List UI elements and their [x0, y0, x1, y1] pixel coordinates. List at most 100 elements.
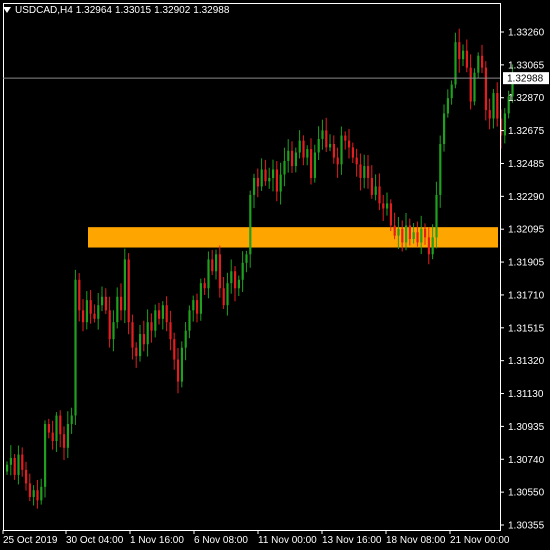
candle-body: [378, 186, 381, 204]
candle: [177, 348, 180, 394]
candle: [317, 126, 320, 160]
candle-body: [139, 334, 142, 357]
candle-body: [237, 279, 240, 289]
candle-body: [112, 322, 115, 340]
candle: [150, 313, 153, 343]
candle: [116, 287, 119, 329]
candle-body: [492, 93, 495, 119]
candle: [196, 293, 199, 323]
candle: [245, 250, 248, 273]
candle: [101, 286, 104, 312]
candle: [450, 80, 453, 105]
candle-body: [17, 454, 20, 475]
candle-body: [28, 483, 31, 497]
candle: [503, 108, 506, 144]
candle: [477, 52, 480, 79]
candle: [279, 162, 282, 205]
candle-body: [215, 254, 218, 272]
candle: [97, 293, 100, 330]
candle-body: [382, 203, 385, 209]
axis-layer: 1.33260 1.33065 1.32870 1.32675 1.32485 1.322…: [2, 3, 545, 546]
candle-body: [321, 130, 324, 139]
candle: [488, 98, 491, 130]
candle-body: [367, 166, 370, 178]
candle: [370, 165, 373, 199]
candle: [78, 273, 81, 322]
x-tick-label: 21 Nov 00:00: [450, 535, 510, 546]
candle-body: [74, 279, 77, 416]
candle: [260, 158, 263, 191]
candle-body: [268, 177, 271, 182]
candle-body: [40, 486, 43, 501]
candle-body: [351, 147, 354, 158]
candle: [325, 117, 328, 152]
candle-body: [241, 262, 244, 280]
candle: [462, 44, 465, 67]
candle-body: [374, 186, 377, 195]
candle: [127, 253, 130, 335]
symbol-info: USDCAD,H4 1.32964 1.33015 1.32902 1.3298…: [3, 3, 232, 17]
candle: [139, 324, 142, 362]
candle: [492, 89, 495, 129]
candle: [13, 453, 16, 480]
y-tick-label: 1.32290: [508, 192, 545, 203]
candle: [36, 479, 39, 509]
current-price-label: 1.32988: [507, 74, 544, 85]
close-price: 1.32988: [193, 4, 230, 16]
candle-body: [359, 164, 362, 178]
candle: [230, 259, 233, 294]
dropdown-arrow-icon[interactable]: [3, 7, 11, 13]
candle: [165, 296, 168, 332]
candle: [40, 478, 43, 505]
candle: [302, 135, 305, 166]
candle: [188, 305, 191, 339]
y-tick-label: 1.30935: [508, 422, 545, 433]
candle: [367, 155, 370, 189]
candle-body: [488, 110, 491, 119]
candle: [340, 126, 343, 175]
candle-body: [287, 150, 290, 161]
candle: [17, 445, 20, 485]
candle: [85, 291, 88, 330]
candle: [249, 190, 252, 268]
candle: [237, 275, 240, 297]
y-tick-label: 1.30355: [508, 521, 545, 532]
candle-body: [291, 150, 294, 167]
candle-body: [408, 225, 411, 240]
y-tick-label: 1.32675: [508, 126, 545, 137]
candle: [199, 278, 202, 321]
y-tick-label: 1.31905: [508, 258, 545, 269]
candle: [123, 248, 126, 324]
candle-body: [481, 55, 484, 68]
candle-body: [51, 432, 54, 441]
candle: [226, 272, 229, 316]
candle: [63, 426, 66, 461]
y-tick-label: 1.30740: [508, 455, 545, 466]
candle-body: [226, 283, 229, 306]
candle-body: [127, 259, 130, 323]
candle: [454, 32, 457, 89]
candle: [25, 461, 28, 491]
candle-body: [416, 232, 419, 243]
candle-body: [123, 259, 126, 311]
candle-body: [207, 259, 210, 289]
candle-body: [310, 149, 313, 178]
candle: [158, 302, 161, 325]
candle: [66, 411, 69, 459]
candle: [104, 288, 107, 315]
candle: [218, 245, 221, 298]
candle: [55, 412, 58, 452]
price-chart[interactable]: 1.33260 1.33065 1.32870 1.32675 1.32485 1.322…: [0, 0, 550, 550]
candle: [321, 119, 324, 150]
candle-body: [302, 140, 305, 158]
candle-body: [9, 457, 12, 465]
candle: [70, 407, 73, 434]
candle: [363, 154, 366, 189]
candle: [6, 461, 9, 475]
candle-body: [260, 169, 263, 187]
candle: [234, 266, 237, 302]
candle-body: [477, 55, 480, 73]
x-tick-label: 1 Nov 16:00: [130, 535, 184, 546]
x-tick-label: 6 Nov 08:00: [194, 535, 248, 546]
candle: [184, 322, 187, 361]
